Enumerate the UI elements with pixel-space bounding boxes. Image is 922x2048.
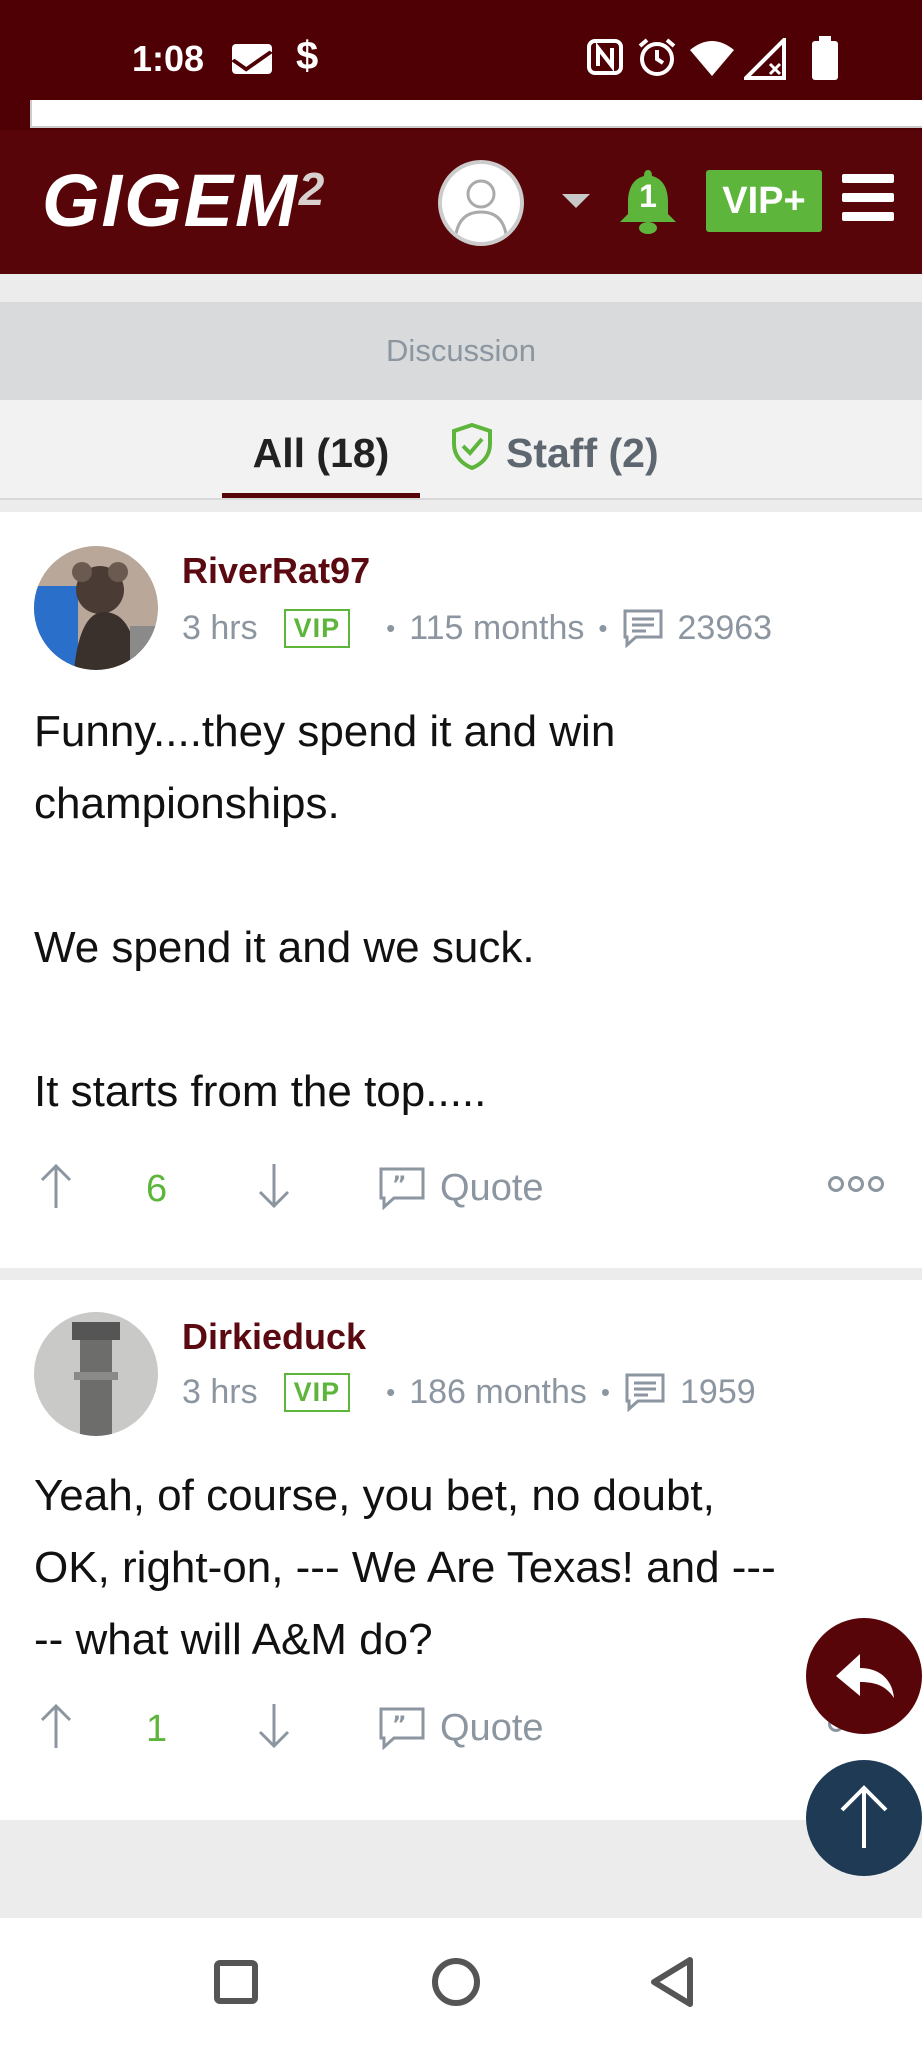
back-icon[interactable] [648, 1956, 696, 2008]
more-options-icon[interactable] [828, 1176, 884, 1192]
vote-score: 1 [146, 1708, 168, 1750]
comment-actions: 1 ” Quote [0, 1700, 922, 1760]
home-icon[interactable] [432, 1958, 480, 2006]
status-bar: 1:08 $ [0, 0, 922, 100]
downvote-arrow-icon[interactable] [256, 1702, 292, 1750]
scroll-to-top-button[interactable] [806, 1760, 922, 1876]
comment-line: It starts from the top..... [34, 1067, 487, 1116]
comment-username[interactable]: RiverRat97 [182, 550, 370, 592]
svg-text:”: ” [392, 1713, 406, 1738]
comment-card: Dirkieduck 3 hrs VIP • 186 months • 1959… [0, 1280, 922, 1820]
vip-badge: VIP [283, 608, 351, 648]
tab-staff[interactable]: Staff (2) [450, 400, 659, 498]
signal-icon [744, 38, 786, 80]
mail-icon [232, 44, 272, 74]
quote-label: Quote [440, 1706, 544, 1749]
comment-line: -- what will A&M do? [34, 1615, 433, 1664]
quote-icon: ” [379, 1707, 425, 1750]
comment-meta: 3 hrs VIP • 186 months • 1959 [182, 1372, 756, 1412]
upvote-arrow-icon[interactable] [38, 1162, 74, 1210]
wifi-icon [690, 41, 734, 76]
comment-meta: 3 hrs VIP • 115 months • 23963 [182, 608, 773, 648]
post-count: 23963 [677, 608, 773, 647]
reply-button[interactable] [806, 1618, 922, 1734]
comment-time: 3 hrs [182, 1372, 258, 1411]
avatar[interactable] [34, 1312, 158, 1436]
site-header: GIGEM2 1 VIP+ [0, 130, 922, 274]
comment-time: 3 hrs [182, 608, 258, 647]
comment-card: RiverRat97 3 hrs VIP • 115 months • 2396… [0, 512, 922, 1268]
comment-actions: 6 ” Quote [0, 1160, 922, 1220]
vip-badge: VIP [283, 1372, 351, 1412]
member-tenure: 115 months [409, 608, 585, 647]
post-count-icon [623, 609, 662, 648]
quote-label: Quote [440, 1166, 544, 1209]
logo-text: GIGEM [42, 159, 299, 242]
reply-icon [836, 1654, 894, 1698]
user-avatar-button[interactable] [438, 160, 524, 246]
comment-body: Yeah, of course, you bet, no doubt, OK, … [34, 1460, 894, 1676]
vote-score: 6 [146, 1168, 168, 1210]
battery-icon [812, 36, 838, 80]
quote-icon: ” [379, 1167, 425, 1210]
comment-line: OK, right-on, --- We Are Texas! and --- [34, 1543, 776, 1592]
alarm-icon [638, 38, 676, 76]
tab-all[interactable]: All (18) [222, 400, 420, 498]
hamburger-menu-icon[interactable] [842, 174, 894, 222]
notification-count: 1 [639, 178, 657, 214]
discussion-title: Discussion [0, 302, 922, 400]
upvote-arrow-icon[interactable] [38, 1702, 74, 1750]
vip-plus-button[interactable]: VIP+ [706, 170, 822, 232]
avatar-image [34, 546, 158, 670]
comment-line: We spend it and we suck. [34, 923, 535, 972]
nfc-icon [587, 39, 623, 75]
user-icon [454, 179, 508, 235]
quote-button[interactable]: ” Quote [378, 1706, 544, 1750]
tab-staff-label: Staff (2) [506, 430, 659, 476]
arrow-up-icon [840, 1785, 888, 1848]
chevron-down-icon[interactable] [562, 194, 590, 208]
discussion-tabs: All (18) Staff (2) [0, 400, 922, 500]
comment-line: championships. [34, 779, 340, 828]
avatar[interactable] [34, 546, 158, 670]
comment-line: Funny....they spend it and win [34, 707, 616, 756]
avatar-image [34, 1312, 158, 1436]
status-time: 1:08 [132, 38, 205, 79]
shield-check-icon [452, 422, 492, 470]
downvote-arrow-icon[interactable] [256, 1162, 292, 1210]
svg-text:”: ” [392, 1173, 406, 1198]
url-bar[interactable] [30, 100, 922, 128]
notification-bell[interactable]: 1 [618, 168, 678, 234]
logo-sup: 2 [298, 163, 327, 215]
dollar-icon: $ [296, 34, 319, 78]
post-count: 1959 [680, 1372, 756, 1411]
post-count-icon [625, 1373, 665, 1412]
comment-line: Yeah, of course, you bet, no doubt, [34, 1471, 715, 1520]
recents-icon[interactable] [214, 1960, 258, 2004]
site-logo[interactable]: GIGEM2 [42, 158, 326, 243]
quote-button[interactable]: ” Quote [378, 1166, 544, 1210]
member-tenure: 186 months [409, 1372, 587, 1411]
comment-username[interactable]: Dirkieduck [182, 1316, 366, 1358]
system-nav-bar [0, 1918, 922, 2048]
comment-body: Funny....they spend it and win champions… [34, 696, 894, 1128]
